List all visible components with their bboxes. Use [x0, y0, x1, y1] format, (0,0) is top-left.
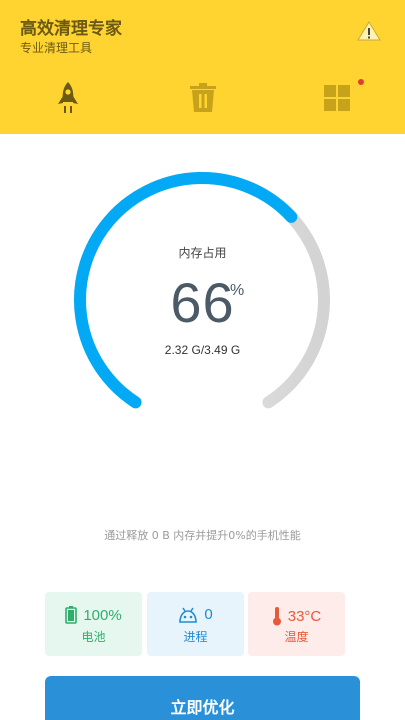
- app-title: 高效清理专家: [20, 19, 122, 39]
- memory-percent-unit: %: [230, 282, 245, 299]
- process-card: 0 进程: [147, 592, 244, 656]
- temperature-label: 温度: [284, 630, 309, 644]
- battery-icon: [65, 606, 78, 624]
- temperature-value: 33°C: [287, 607, 322, 625]
- memory-label: 内存占用: [178, 246, 227, 260]
- battery-card: 100% 电池: [45, 592, 142, 656]
- tab-apps[interactable]: [317, 78, 357, 118]
- temperature-card: 33°C 温度: [248, 592, 345, 656]
- thermometer-icon: [272, 607, 281, 626]
- app-subtitle: 专业清理工具: [20, 41, 93, 55]
- trash-icon: [190, 83, 216, 112]
- memory-detail: 2.32 G/3.49 G: [164, 343, 241, 357]
- battery-label: 电池: [81, 630, 106, 644]
- tab-boost[interactable]: [48, 78, 88, 118]
- memory-percent: 66: [170, 271, 235, 334]
- grid-icon: [324, 85, 350, 111]
- process-label: 进程: [183, 630, 208, 644]
- memory-usage: 66 %: [0, 270, 405, 335]
- warning-icon[interactable]: [357, 20, 381, 42]
- battery-value: 100%: [83, 606, 122, 624]
- android-icon: [179, 607, 198, 623]
- process-value: 0: [204, 606, 213, 623]
- tab-clean[interactable]: [183, 78, 223, 118]
- rocket-icon: [58, 82, 78, 113]
- app-header: 高效清理专家 专业清理工具: [0, 0, 405, 134]
- optimize-button[interactable]: 立即优化: [45, 676, 360, 720]
- optimize-hint: 通过释放 0 B 内存并提升0%的手机性能: [104, 529, 301, 542]
- notification-badge: [358, 79, 364, 85]
